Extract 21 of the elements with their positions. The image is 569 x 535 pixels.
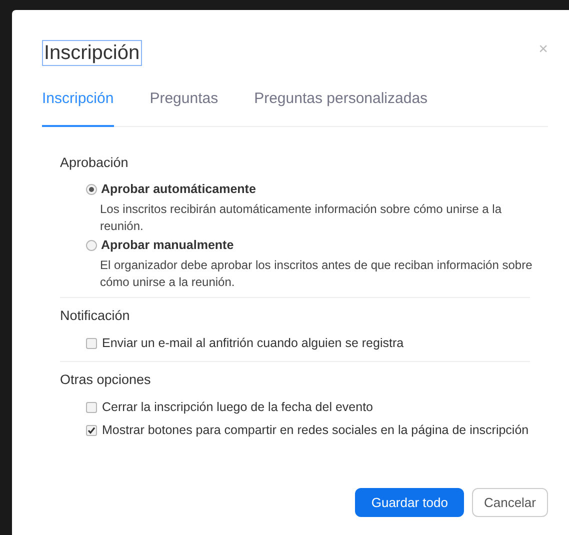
option-label: Cerrar la inscripción luego de la fecha del evento: [102, 399, 373, 416]
tab[interactable]: Preguntas personalizadas: [254, 88, 428, 126]
section-heading: Otras opciones: [60, 371, 152, 389]
option-description: El organizador debe aprobar los inscritos antes de que reciban información sobre cómo unirse a la reunión.: [100, 256, 534, 291]
option-label: Enviar un e-mail al anfitrión cuando alguien se registra: [102, 335, 404, 352]
radio-button[interactable]: [86, 240, 97, 252]
dialog-title: Inscripción: [42, 40, 142, 66]
radio-button[interactable]: [86, 184, 97, 196]
tab[interactable]: Preguntas: [150, 88, 218, 126]
tab[interactable]: Inscripción: [42, 88, 114, 126]
option-label: Aprobar manualmente: [101, 237, 234, 254]
cancel-button[interactable]: Cancelar: [472, 488, 548, 517]
option-label: Aprobar automáticamente: [101, 181, 256, 198]
section-heading: Aprobación: [60, 154, 130, 172]
checkbox[interactable]: [86, 425, 97, 436]
option-description: Los inscritos recibirán automáticamente información sobre cómo unirse a la reunión.: [100, 200, 503, 235]
checkbox[interactable]: [86, 338, 97, 349]
save-button[interactable]: Guardar todo: [355, 488, 464, 517]
checkbox[interactable]: [86, 402, 97, 414]
section-heading: Notificación: [60, 306, 131, 325]
option-label: Mostrar botones para compartir en redes sociales en la página de inscripción: [102, 422, 529, 440]
